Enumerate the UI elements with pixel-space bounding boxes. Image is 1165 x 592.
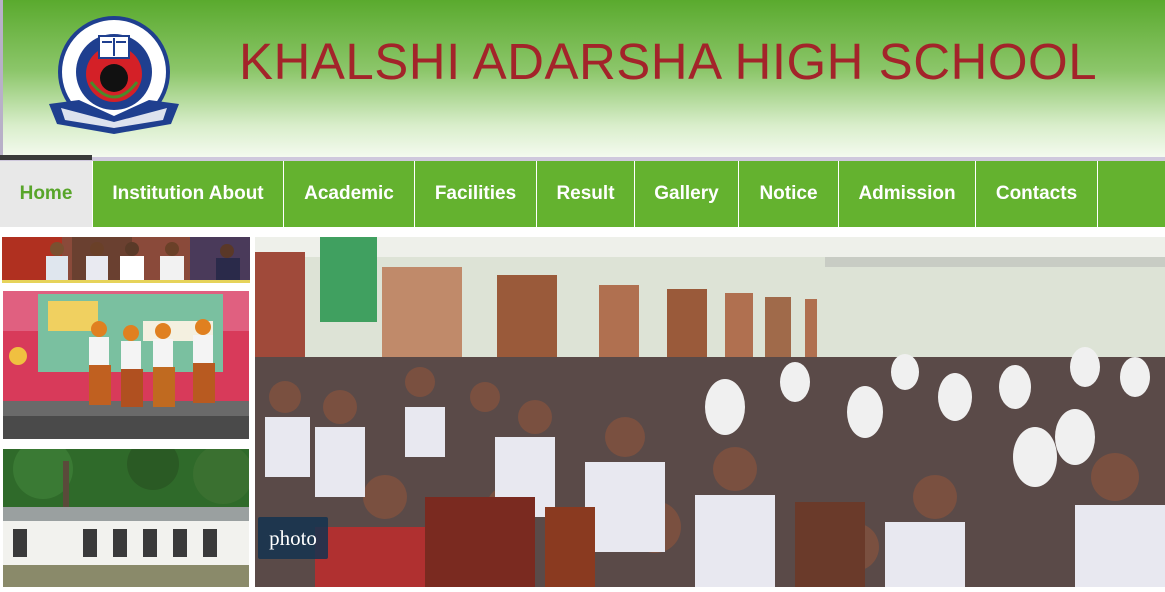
school-logo-seal-icon[interactable] bbox=[41, 12, 187, 144]
nav-academic[interactable]: Academic bbox=[284, 161, 415, 227]
site-header: KHALSHI ADARSHA HIGH SCHOOL bbox=[0, 0, 1165, 157]
nav-admission[interactable]: Admission bbox=[839, 161, 976, 227]
nav-home[interactable]: Home bbox=[0, 161, 93, 227]
slideshow-main-photo[interactable] bbox=[255, 237, 1165, 587]
nav-result[interactable]: Result bbox=[537, 161, 635, 227]
active-indicator bbox=[0, 155, 92, 160]
site-title: KHALSHI ADARSHA HIGH SCHOOL bbox=[239, 33, 1098, 90]
thumbnail-meeting-photo[interactable] bbox=[2, 237, 250, 283]
thumbnail-cultural-performance-photo[interactable] bbox=[3, 291, 249, 439]
nav-notice[interactable]: Notice bbox=[739, 161, 839, 227]
slideshow-caption: photo bbox=[258, 517, 328, 559]
nav-gallery[interactable]: Gallery bbox=[635, 161, 739, 227]
nav-institution-about[interactable]: Institution About bbox=[93, 161, 284, 227]
nav-contacts[interactable]: Contacts bbox=[976, 161, 1098, 227]
main-nav: Home Institution About Academic Faciliti… bbox=[0, 161, 1165, 227]
thumbnail-school-building-photo[interactable] bbox=[3, 449, 249, 587]
nav-facilities[interactable]: Facilities bbox=[415, 161, 537, 227]
